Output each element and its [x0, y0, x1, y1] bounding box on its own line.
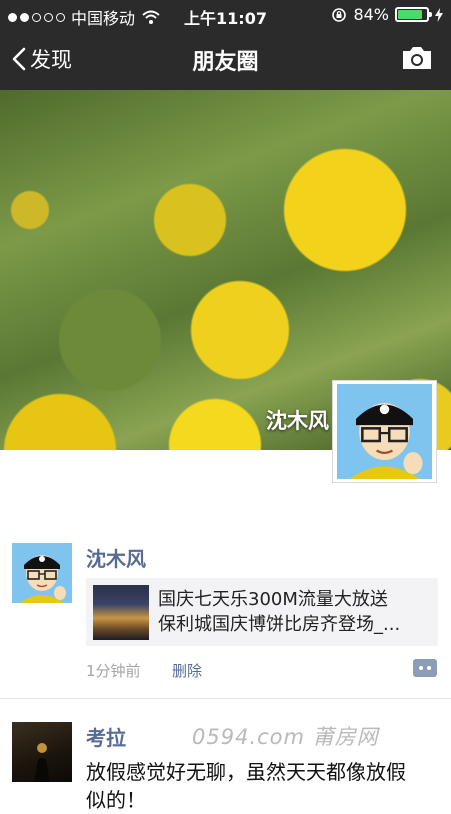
cartoon-avatar-icon	[337, 384, 432, 479]
profile-avatar[interactable]	[332, 380, 437, 483]
silhouette-photo-icon	[34, 743, 50, 782]
orientation-lock-icon	[332, 7, 347, 22]
status-right: 84%	[331, 5, 443, 24]
battery-percent: 84%	[353, 5, 389, 24]
camera-icon[interactable]	[401, 45, 433, 71]
post-timestamp: 1分钟前	[86, 662, 141, 680]
post-author-name[interactable]: 沈木风	[86, 543, 146, 572]
link-title-line2: 保利城国庆博饼比房齐登场_...	[158, 614, 401, 635]
post-author-name[interactable]: 考拉	[86, 722, 126, 751]
post-avatar[interactable]	[12, 722, 72, 782]
link-title: 国庆七天乐300M流量大放送 保利城国庆博饼比房齐登场_...	[158, 587, 432, 637]
comment-icon[interactable]	[413, 659, 437, 677]
link-thumbnail	[93, 585, 149, 640]
delete-button[interactable]: 删除	[172, 660, 202, 681]
post-text-line2: 似的！	[86, 788, 146, 812]
post-text-line1: 放假感觉好无聊，虽然天天都像放假	[86, 760, 406, 784]
cartoon-avatar-icon	[12, 543, 72, 603]
link-title-line1: 国庆七天乐300M流量大放送	[158, 589, 388, 610]
shared-link-card[interactable]: 国庆七天乐300M流量大放送 保利城国庆博饼比房齐登场_...	[86, 578, 438, 646]
post-text: 放假感觉好无聊，虽然天天都像放假 似的！	[86, 758, 446, 814]
battery-fill	[398, 10, 422, 19]
status-bar: 中国移动 上午11:07 84%	[0, 0, 451, 30]
battery-icon	[395, 7, 432, 22]
page-title: 朋友圈	[192, 50, 259, 75]
watermark: 0594.com 莆房网	[192, 725, 379, 749]
nav-bar: 发现 朋友圈	[0, 30, 451, 90]
charging-bolt-icon	[435, 7, 443, 22]
cover-user-name: 沈木风	[266, 409, 329, 433]
post-avatar[interactable]	[12, 543, 72, 603]
post-divider	[0, 698, 451, 699]
